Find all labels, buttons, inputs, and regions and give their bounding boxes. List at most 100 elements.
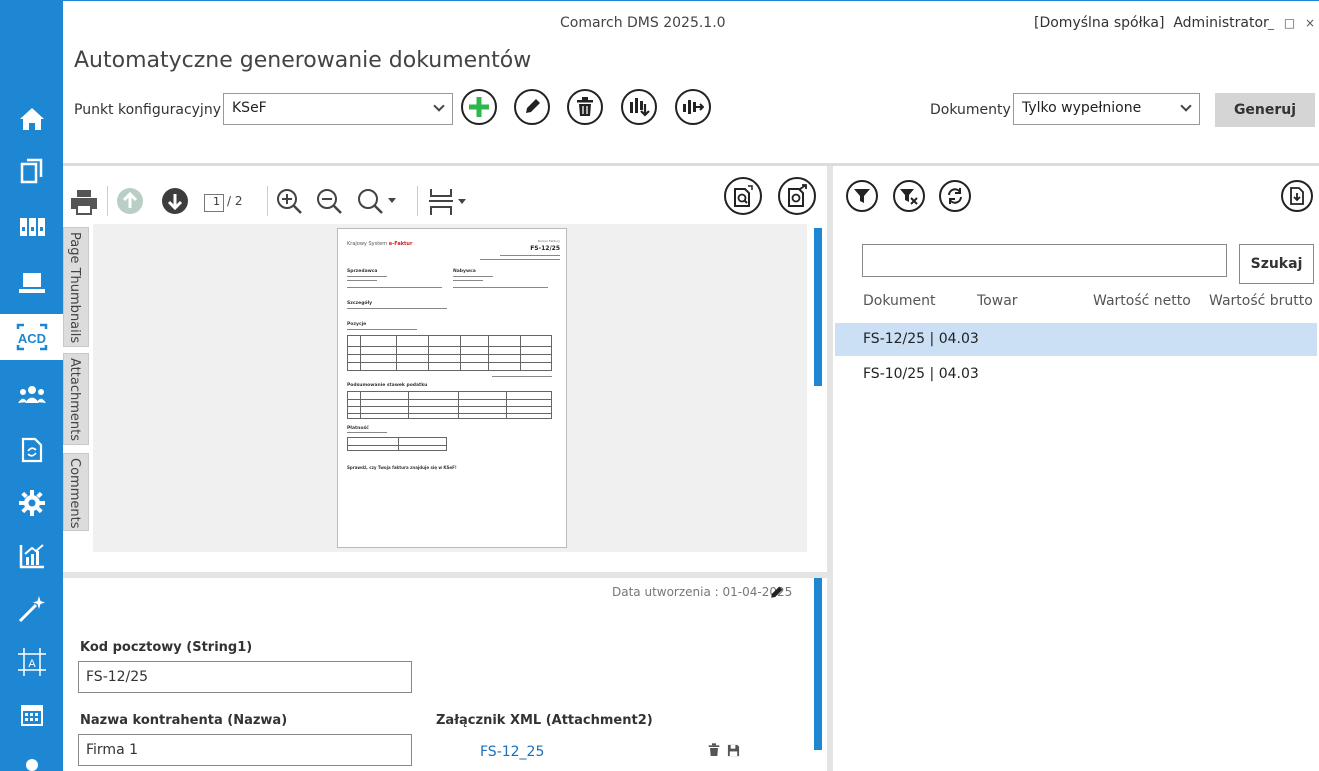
sidebar-item-reports[interactable] [0, 533, 63, 579]
export-bars-icon [683, 100, 704, 114]
sidebar-item-documents[interactable] [0, 148, 63, 194]
save-disk-icon [727, 744, 739, 756]
company-user-info: [Domyślna spółka] Administrator [1034, 15, 1269, 31]
sheet-line [480, 259, 560, 260]
svg-text:ACD: ACD [17, 331, 45, 346]
users-icon [17, 386, 46, 403]
search-input[interactable] [862, 244, 1227, 277]
binders-icon [19, 218, 45, 236]
column-header-document[interactable]: Dokument [863, 293, 936, 309]
document-search-icon [734, 185, 753, 207]
column-header-gross-value[interactable]: Wartość brutto [1209, 293, 1313, 309]
delete-button[interactable] [567, 89, 603, 125]
row-document: FS-12/25 | 04.03 [863, 331, 979, 347]
sidebar-item-calendar[interactable] [0, 692, 63, 738]
sidebar-item-text-frame[interactable]: A [0, 639, 63, 685]
gear-icon [18, 490, 45, 516]
sidebar-item-users[interactable] [0, 372, 63, 418]
zoom-level-dropdown[interactable] [356, 186, 396, 216]
refresh-button[interactable] [939, 180, 971, 212]
trash-icon [708, 743, 720, 756]
tab-comments[interactable]: Comments [63, 453, 89, 531]
app-title: Comarch DMS 2025.1.0 [560, 15, 726, 31]
sheet-line [347, 308, 447, 309]
export-button[interactable] [675, 89, 711, 125]
config-point-select[interactable]: KSeF [223, 93, 453, 125]
tab-attachments[interactable]: Attachments [63, 353, 89, 445]
table-row[interactable]: FS-10/25 | 04.03 [835, 358, 1317, 391]
document-download-button[interactable] [1281, 180, 1313, 212]
zoom-out-button[interactable] [314, 186, 344, 216]
acd-icon: ACD [16, 323, 47, 351]
column-header-net-value[interactable]: Wartość netto [1093, 293, 1191, 309]
import-button[interactable] [621, 89, 657, 125]
document-share-icon [788, 184, 807, 207]
clear-filter-button[interactable] [893, 180, 925, 212]
sidebar-item-more[interactable] [0, 748, 63, 771]
search-button[interactable]: Szukaj [1239, 244, 1314, 284]
tab-page-thumbnails[interactable]: Page Thumbnails [63, 227, 89, 347]
laptop-icon [18, 273, 45, 293]
sheet-line [347, 287, 442, 288]
sidebar-item-document-sync[interactable] [0, 427, 63, 473]
sheet-line [347, 280, 377, 281]
pencil-icon [771, 586, 783, 598]
sidebar-item-laptop[interactable] [0, 260, 63, 306]
arrow-down-circle-icon [162, 188, 188, 214]
ocr-document-button[interactable] [724, 177, 762, 215]
contractor-name-field[interactable]: Firma 1 [78, 734, 412, 766]
sheet-line [453, 287, 548, 288]
table-row[interactable]: FS-12/25 | 04.03 [835, 323, 1317, 356]
page-title: Automatyczne generowanie dokumentów [74, 48, 532, 73]
vertical-scrollbar-thumb[interactable] [814, 228, 822, 386]
generate-button[interactable]: Generuj [1215, 93, 1315, 127]
add-button[interactable] [461, 89, 497, 125]
sheet-payment: Płatność [347, 426, 369, 431]
chevron-down-icon [1180, 100, 1192, 112]
sidebar-item-acd[interactable]: ACD [0, 314, 63, 360]
tab-page-thumbnails-label: Page Thumbnails [67, 232, 82, 344]
zoom-in-icon [277, 189, 302, 214]
config-point-label: Punkt konfiguracyjny [74, 102, 221, 118]
panel-divider-horizontal [63, 163, 1319, 166]
documents-icon [20, 158, 42, 184]
next-page-button[interactable] [160, 186, 190, 216]
documents-filter-select[interactable]: Tylko wypełnione [1013, 93, 1200, 125]
sheet-line [453, 276, 493, 277]
xml-attachment-link[interactable]: FS-12_25 [480, 744, 544, 760]
home-icon [19, 108, 44, 130]
postal-code-field[interactable]: FS-12/25 [78, 661, 412, 693]
panel-divider-vertical[interactable] [827, 166, 833, 771]
print-button[interactable] [68, 186, 100, 218]
sheet-brand-accent: e-Faktur [388, 241, 413, 247]
sheet-line [453, 280, 483, 281]
sidebar-item-wizard[interactable] [0, 586, 63, 632]
window-controls[interactable]: _ □ × [1268, 16, 1318, 30]
page-number-input[interactable]: 1 [204, 194, 224, 212]
sheet-line [347, 432, 387, 433]
sidebar-item-home[interactable] [0, 96, 63, 142]
sheet-vat-summary: Podsumowanie stawek podatku [347, 383, 428, 388]
horizontal-scrollbar[interactable] [93, 552, 807, 572]
edit-form-button[interactable] [766, 584, 786, 602]
magic-wand-icon [18, 596, 45, 623]
share-document-button[interactable] [778, 177, 816, 215]
zoom-in-button[interactable] [274, 186, 304, 216]
form-divider[interactable] [63, 572, 827, 578]
toolbar-separator [267, 186, 268, 216]
sheet-line [492, 376, 552, 377]
form-scrollbar-thumb[interactable] [814, 578, 822, 750]
sidebar-item-binders[interactable] [0, 204, 63, 250]
contractor-name-label: Nazwa kontrahenta (Nazwa) [80, 713, 288, 728]
column-header-product[interactable]: Towar [977, 293, 1018, 309]
save-attachment-button[interactable] [725, 742, 741, 758]
edit-button[interactable] [514, 89, 550, 125]
delete-attachment-button[interactable] [706, 742, 722, 758]
sheet-number: FS-12/25 [530, 245, 560, 252]
filter-button[interactable] [846, 180, 878, 212]
page-layout-dropdown[interactable] [425, 186, 469, 218]
sidebar-item-settings[interactable] [0, 480, 63, 526]
sidebar: ACD A [0, 0, 63, 771]
previous-page-button[interactable] [115, 186, 145, 216]
person-icon [25, 759, 38, 771]
